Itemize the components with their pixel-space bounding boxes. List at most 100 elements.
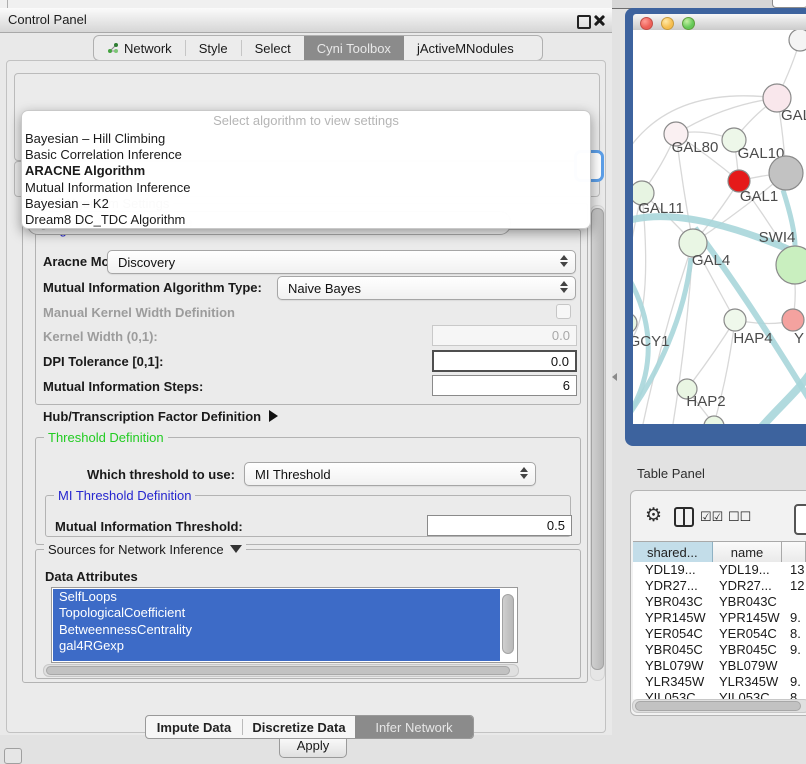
sources-title[interactable]: Sources for Network Inference (44, 542, 246, 557)
table-row[interactable]: YBR043CYBR043C (633, 594, 806, 610)
menu-item[interactable]: Dream8 DC_TDC Algorithm (22, 212, 590, 228)
new-table-icon-partial[interactable] (794, 504, 806, 535)
manual-kernel-label: Manual Kernel Width Definition (43, 305, 235, 320)
cell-value: 12 (783, 578, 806, 594)
dpi-tolerance-label: DPI Tolerance [0,1]: (43, 354, 163, 369)
mi-algorithm-type-combo[interactable]: Naive Bayes (277, 276, 576, 300)
network-node-y[interactable] (782, 309, 804, 331)
column-header[interactable]: name (713, 542, 783, 563)
tab-jactivemnodules[interactable]: jActiveMNodules (404, 36, 527, 60)
table-row[interactable]: YBL079WYBL079W (633, 658, 806, 674)
table-row[interactable]: YDR27...YDR27...12 (633, 578, 806, 594)
control-panel-tabs: Network Style Select Cyni Toolbox jActiveMNo… (93, 35, 543, 61)
menu-item[interactable]: Bayesian – K2 (22, 196, 590, 212)
gear-icon[interactable]: ⚙ (645, 505, 662, 527)
network-node-label: GAL (781, 107, 806, 124)
tab-label: Select (255, 41, 291, 56)
table-row[interactable]: YPR145WYPR145W9. (633, 610, 806, 626)
table-hscrollbar-thumb[interactable] (635, 701, 801, 711)
manual-kernel-checkbox[interactable] (556, 304, 571, 319)
bottom-tab-infer-network[interactable]: Infer Network (355, 716, 473, 738)
attributes-selection: SelfLoopsTopologicalCoefficientBetweenne… (53, 589, 500, 661)
aracne-mode-combo[interactable]: Discovery (107, 250, 576, 274)
top-strip-left (0, 0, 612, 8)
cell-shared-name: YDL19... (633, 562, 713, 578)
list-hscrollbar-track[interactable] (43, 664, 519, 677)
network-node[interactable] (704, 416, 724, 424)
dpi-tolerance-field[interactable]: 0.0 (432, 350, 577, 372)
tab-select[interactable]: Select (242, 36, 304, 60)
table-row[interactable]: YLR345WYLR345W9. (633, 674, 806, 690)
splitter-handle[interactable] (612, 373, 617, 381)
float-window-icon[interactable] (577, 15, 591, 29)
expand-icon (269, 410, 278, 422)
mi-threshold-label: Mutual Information Threshold: (55, 519, 243, 534)
network-node-swi4[interactable] (776, 246, 806, 284)
tab-cyni-toolbox[interactable]: Cyni Toolbox (304, 36, 404, 60)
data-attributes-list[interactable]: SelfLoopsTopologicalCoefficientBetweenne… (51, 587, 518, 663)
cell-value (783, 658, 806, 674)
cell-name: YIL053C (713, 690, 783, 699)
kernel-width-field[interactable]: 0.0 (432, 325, 577, 346)
close-panel-icon[interactable] (593, 14, 605, 26)
mi-threshold-field[interactable]: 0.5 (427, 515, 572, 536)
network-node-hap4[interactable] (724, 309, 746, 331)
cell-shared-name: YER054C (633, 626, 713, 642)
network-node[interactable] (789, 30, 806, 51)
network-canvas[interactable]: GALGAL80GAL10GAL1GAL11SWI4GAL4HAP4YGCY1H… (633, 30, 806, 424)
data-attributes-label: Data Attributes (45, 569, 138, 584)
table-row[interactable]: YBR045CYBR045C9. (633, 642, 806, 658)
network-node-label: GAL80 (672, 139, 719, 156)
table-row[interactable]: YDL19...YDL19...13 (633, 562, 806, 578)
menu-item[interactable]: Bayesian – Hill Climbing (22, 131, 590, 147)
list-scrollbar-thumb[interactable] (502, 594, 514, 654)
tab-label: Style (199, 41, 228, 56)
tab-style[interactable]: Style (186, 36, 241, 60)
cell-name: YPR145W (713, 610, 783, 626)
which-threshold-combo[interactable]: MI Threshold (244, 462, 536, 486)
menu-item[interactable]: ARACNE Algorithm (22, 163, 590, 179)
network-node-label: Y (794, 330, 804, 347)
attribute-list-item[interactable]: gal4RGexp (53, 638, 500, 654)
mi-steps-field[interactable]: 6 (432, 375, 577, 396)
network-edge[interactable] (687, 320, 735, 389)
table-row[interactable]: YER054CYER054C8. (633, 626, 806, 642)
attribute-list-item[interactable]: SelfLoops (53, 589, 500, 605)
tab-label: Network (124, 41, 172, 56)
table-hscrollbar-track[interactable] (632, 699, 806, 713)
zoom-window-icon[interactable] (682, 17, 695, 30)
cell-value: 9. (783, 610, 806, 626)
attribute-list-item[interactable]: BetweennessCentrality (53, 622, 500, 638)
table-row[interactable]: YIL053CYIL053C8 (633, 690, 806, 699)
minimize-window-icon[interactable] (661, 17, 674, 30)
cell-value: 8 (783, 690, 806, 699)
network-node-label: HAP2 (686, 393, 725, 410)
column-header[interactable] (782, 542, 806, 563)
cell-name: YBL079W (713, 658, 783, 674)
tab-label: Cyni Toolbox (317, 41, 391, 56)
bottom-tab-impute-data[interactable]: Impute Data (146, 716, 242, 738)
hub-definition-toggle[interactable]: Hub/Transcription Factor Definition (43, 409, 278, 424)
attribute-list-item[interactable]: TopologicalCoefficient (53, 605, 500, 621)
which-threshold-value: MI Threshold (245, 467, 331, 482)
close-window-icon[interactable] (640, 17, 653, 30)
cyni-toolbox-panel: galFiltered.sif default node Select algo… (6, 60, 606, 733)
network-node-label: SWI4 (759, 229, 796, 246)
split-columns-icon[interactable] (674, 507, 694, 527)
column-header[interactable]: shared... (633, 542, 713, 563)
bottom-tab-discretize-data[interactable]: Discretize Data (243, 716, 355, 738)
settings-scrollbar-thumb[interactable] (591, 208, 604, 670)
threshold-definition-title: Threshold Definition (44, 430, 168, 445)
network-node[interactable] (769, 156, 803, 190)
tab-network[interactable]: Network (94, 36, 185, 60)
deselect-all-columns-icon[interactable]: ☐☐ (728, 508, 751, 526)
network-edge-thick[interactable] (759, 360, 806, 424)
menu-item[interactable]: Mutual Information Inference (22, 180, 590, 196)
network-window-titlebar[interactable] (633, 14, 806, 31)
select-all-columns-icon[interactable]: ☑☑ (700, 508, 723, 526)
menu-item[interactable]: Basic Correlation Inference (22, 147, 590, 163)
algorithm-dropdown-popup: Select algorithm to view settings Bayesi… (21, 110, 591, 229)
list-hscrollbar-thumb[interactable] (46, 666, 510, 675)
cell-shared-name: YPR145W (633, 610, 713, 626)
network-node-label: GCY1 (633, 333, 669, 350)
